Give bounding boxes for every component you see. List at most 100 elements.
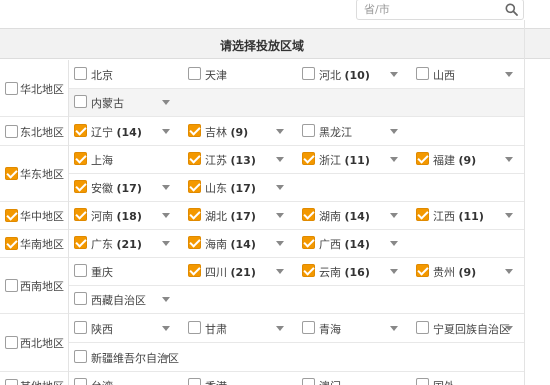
region-5[interactable]: 西南地区 (0, 257, 68, 313)
province-checkbox[interactable] (302, 378, 315, 385)
province-checkbox[interactable] (188, 67, 201, 80)
chevron-down-icon[interactable] (276, 128, 284, 134)
province-item[interactable]: 广东 (21) (74, 232, 184, 254)
region-checkbox[interactable] (5, 279, 18, 292)
chevron-down-icon[interactable] (390, 325, 398, 331)
chevron-down-icon[interactable] (162, 325, 170, 331)
province-checkbox[interactable] (188, 208, 201, 221)
province-checkbox[interactable] (416, 208, 429, 221)
chevron-down-icon[interactable] (162, 213, 170, 218)
province-item[interactable]: 湖北 (17) (188, 204, 298, 226)
chevron-down-icon[interactable] (505, 157, 513, 162)
province-checkbox[interactable] (188, 152, 201, 165)
province-item[interactable]: 陕西 (74, 317, 184, 339)
province-item[interactable]: 宁夏回族自治区 (416, 317, 526, 339)
province-item[interactable]: 青海 (302, 317, 412, 339)
chevron-down-icon[interactable] (390, 241, 398, 246)
chevron-down-icon[interactable] (390, 269, 398, 274)
region-checkbox[interactable] (5, 336, 18, 349)
province-item[interactable]: 黑龙江 (302, 120, 412, 142)
province-checkbox[interactable] (302, 320, 315, 334)
region-6[interactable]: 西北地区 (0, 313, 68, 371)
chevron-down-icon[interactable] (505, 269, 513, 274)
province-checkbox[interactable] (302, 152, 315, 165)
chevron-down-icon[interactable] (162, 297, 170, 302)
province-item[interactable]: 香港 (188, 374, 298, 385)
province-checkbox[interactable] (302, 67, 315, 80)
province-checkbox[interactable] (188, 264, 201, 277)
chevron-down-icon[interactable] (276, 185, 284, 190)
region-checkbox[interactable] (5, 167, 18, 180)
province-checkbox[interactable] (74, 152, 87, 165)
province-item[interactable]: 浙江 (11) (302, 148, 412, 170)
province-checkbox[interactable] (74, 378, 87, 385)
chevron-down-icon[interactable] (162, 241, 170, 246)
province-item[interactable]: 台湾 (74, 374, 184, 385)
province-item[interactable]: 河北 (10) (302, 63, 412, 85)
province-checkbox[interactable] (302, 123, 315, 137)
province-checkbox[interactable] (302, 236, 315, 249)
region-2[interactable]: 华东地区 (0, 145, 68, 201)
chevron-down-icon[interactable] (505, 72, 513, 77)
province-checkbox[interactable] (74, 292, 87, 305)
province-item[interactable]: 江苏 (13) (188, 148, 298, 170)
province-checkbox[interactable] (74, 67, 87, 80)
region-checkbox[interactable] (5, 209, 18, 222)
province-checkbox[interactable] (74, 349, 87, 363)
chevron-down-icon[interactable] (505, 325, 513, 331)
chevron-down-icon[interactable] (162, 128, 170, 134)
province-checkbox[interactable] (74, 236, 87, 249)
province-item[interactable]: 内蒙古 (74, 91, 184, 113)
province-checkbox[interactable] (302, 208, 315, 221)
chevron-down-icon[interactable] (390, 157, 398, 162)
chevron-down-icon[interactable] (162, 354, 170, 360)
province-checkbox[interactable] (74, 264, 87, 277)
chevron-down-icon[interactable] (162, 185, 170, 190)
region-checkbox[interactable] (5, 237, 18, 250)
province-item[interactable]: 湖南 (14) (302, 204, 412, 226)
province-item[interactable]: 澳门 (302, 374, 412, 385)
chevron-down-icon[interactable] (390, 213, 398, 218)
chevron-down-icon[interactable] (390, 128, 398, 134)
province-checkbox[interactable] (188, 123, 201, 137)
region-1[interactable]: 东北地区 (0, 116, 68, 145)
region-7[interactable]: 其他地区 (0, 371, 68, 385)
province-item[interactable]: 河南 (18) (74, 204, 184, 226)
province-item[interactable]: 贵州 (9) (416, 260, 526, 282)
province-checkbox[interactable] (416, 378, 429, 385)
chevron-down-icon[interactable] (276, 157, 284, 162)
province-item[interactable]: 云南 (16) (302, 260, 412, 282)
province-item[interactable]: 江西 (11) (416, 204, 526, 226)
province-item[interactable]: 上海 (74, 148, 184, 170)
province-item[interactable]: 四川 (21) (188, 260, 298, 282)
province-checkbox[interactable] (416, 67, 429, 80)
province-item[interactable]: 重庆 (74, 260, 184, 282)
region-checkbox[interactable] (5, 379, 18, 385)
province-item[interactable]: 吉林 (9) (188, 120, 298, 142)
province-checkbox[interactable] (416, 320, 429, 334)
province-checkbox[interactable] (188, 236, 201, 249)
province-item[interactable]: 福建 (9) (416, 148, 526, 170)
region-4[interactable]: 华南地区 (0, 229, 68, 257)
province-item[interactable]: 北京 (74, 63, 184, 85)
province-checkbox[interactable] (416, 152, 429, 165)
province-checkbox[interactable] (74, 180, 87, 193)
province-checkbox[interactable] (74, 123, 87, 137)
province-checkbox[interactable] (74, 95, 87, 108)
province-item[interactable]: 安徽 (17) (74, 176, 184, 198)
chevron-down-icon[interactable] (390, 72, 398, 77)
province-item[interactable]: 山西 (416, 63, 526, 85)
region-checkbox[interactable] (5, 124, 18, 138)
province-checkbox[interactable] (416, 264, 429, 277)
chevron-down-icon[interactable] (276, 213, 284, 218)
province-item[interactable]: 天津 (188, 63, 298, 85)
region-checkbox[interactable] (5, 82, 18, 95)
search-input[interactable] (357, 0, 497, 19)
region-0[interactable]: 华北地区 (0, 60, 68, 116)
chevron-down-icon[interactable] (276, 241, 284, 246)
province-item[interactable]: 甘肃 (188, 317, 298, 339)
province-item[interactable]: 海南 (14) (188, 232, 298, 254)
province-checkbox[interactable] (302, 264, 315, 277)
province-item[interactable]: 广西 (14) (302, 232, 412, 254)
province-item[interactable]: 国外 (416, 374, 526, 385)
